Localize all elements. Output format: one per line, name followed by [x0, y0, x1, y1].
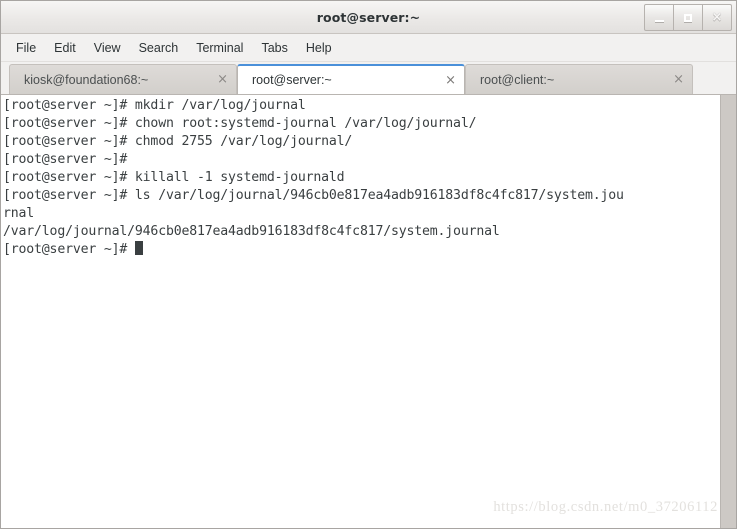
terminal-body: [root@server ~]# mkdir /var/log/journal [… [1, 94, 736, 528]
menu-item-help[interactable]: Help [297, 38, 341, 58]
terminal-line: [root@server ~]# [3, 152, 128, 167]
window-title: root@server:~ [316, 9, 421, 25]
maximize-button[interactable] [673, 4, 703, 31]
scrollbar-thumb[interactable] [722, 95, 735, 528]
menu-item-tabs[interactable]: Tabs [252, 38, 296, 58]
menu-item-edit[interactable]: Edit [45, 38, 85, 58]
minimize-button[interactable] [644, 4, 674, 31]
terminal-line: [root@server ~]# chown root:systemd-jour… [3, 116, 477, 131]
close-icon: × [711, 10, 723, 25]
menu-item-view[interactable]: View [85, 38, 130, 58]
tab-root-server[interactable]: root@server:~ × [237, 64, 465, 94]
menu-bar: File Edit View Search Terminal Tabs Help [1, 34, 736, 62]
terminal-line: [root@server ~]# ls /var/log/journal/946… [3, 188, 624, 203]
terminal-line: [root@server ~]# mkdir /var/log/journal [3, 98, 306, 113]
terminal-scrollbar[interactable] [720, 95, 736, 528]
maximize-icon [684, 13, 692, 22]
terminal-window: root@server:~ × File Edit View Search Te… [0, 0, 737, 529]
menu-item-search[interactable]: Search [130, 38, 188, 58]
minimize-icon [654, 19, 664, 22]
tab-bar: kiosk@foundation68:~ × root@server:~ × r… [1, 62, 736, 94]
tab-close-icon[interactable]: × [199, 73, 228, 86]
terminal-line: /var/log/journal/946cb0e817ea4adb916183d… [3, 224, 500, 239]
tab-close-icon[interactable]: × [655, 73, 684, 86]
window-controls: × [644, 4, 732, 31]
tab-kiosk-foundation68[interactable]: kiosk@foundation68:~ × [9, 64, 237, 94]
title-bar: root@server:~ × [1, 1, 736, 34]
terminal-output[interactable]: [root@server ~]# mkdir /var/log/journal [… [1, 95, 720, 528]
menu-item-file[interactable]: File [7, 38, 45, 58]
text-cursor [134, 241, 143, 255]
menu-item-terminal[interactable]: Terminal [187, 38, 252, 58]
tab-close-icon[interactable]: × [427, 74, 456, 87]
tab-root-client[interactable]: root@client:~ × [465, 64, 693, 94]
terminal-line: rnal [3, 206, 35, 221]
tab-label: kiosk@foundation68:~ [24, 72, 149, 87]
tab-label: root@server:~ [252, 73, 332, 87]
tab-label: root@client:~ [480, 72, 555, 87]
close-button[interactable]: × [702, 4, 732, 31]
terminal-line: [root@server ~]# [3, 241, 720, 259]
terminal-line: [root@server ~]# killall -1 systemd-jour… [3, 170, 345, 185]
terminal-line: [root@server ~]# chmod 2755 /var/log/jou… [3, 134, 353, 149]
